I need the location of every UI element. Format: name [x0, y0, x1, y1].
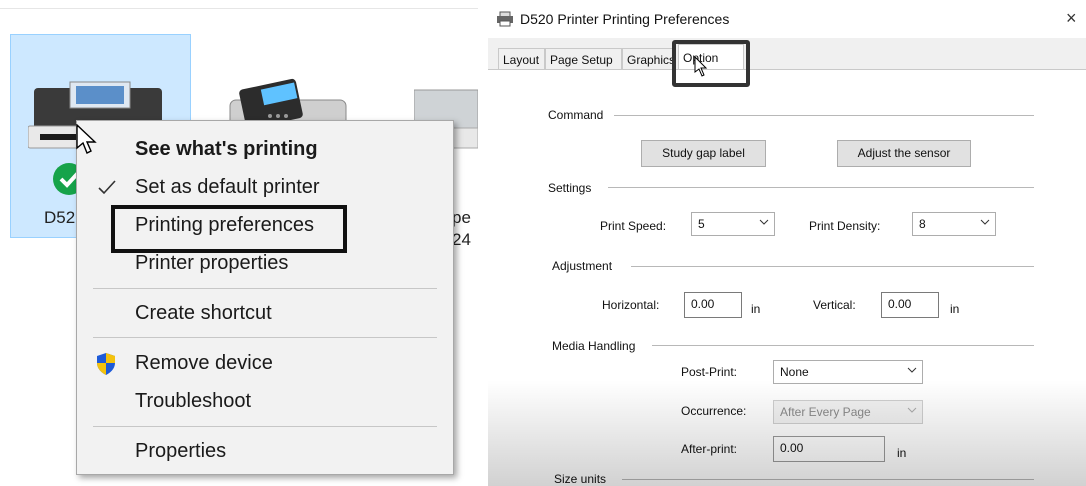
mouse-cursor-icon: [76, 124, 97, 154]
vertical-input[interactable]: 0.00: [881, 292, 939, 318]
horizontal-label: Horizontal:: [602, 298, 660, 312]
print-density-select[interactable]: 8: [912, 212, 996, 236]
title-bar: D520 Printer Printing Preferences ×: [488, 0, 1086, 38]
group-label-size-units: Size units: [554, 472, 607, 486]
occurrence-value: After Every Page: [780, 405, 871, 419]
device-label: D52: [44, 208, 76, 227]
menu-item-troubleshoot[interactable]: Troubleshoot: [77, 383, 453, 419]
printer-icon: [497, 11, 513, 27]
group-label-command: Command: [548, 108, 604, 122]
after-print-label: After-print:: [681, 442, 738, 456]
horizontal-unit: in: [751, 302, 761, 316]
menu-item-set-default-printer[interactable]: Set as default printer: [77, 169, 453, 205]
vertical-unit: in: [950, 302, 960, 316]
post-print-value: None: [780, 365, 809, 379]
after-print-input[interactable]: 0.00: [773, 436, 885, 462]
adjust-sensor-button[interactable]: Adjust the sensor: [837, 140, 971, 167]
chevron-down-icon: [980, 219, 990, 225]
tab-graphics[interactable]: Graphics: [622, 48, 674, 70]
chevron-down-icon: [759, 219, 769, 225]
devices-panel: D52 pe 24 See what's printing Set as def…: [0, 0, 478, 486]
chevron-down-icon: [907, 407, 917, 413]
print-speed-value: 5: [698, 217, 705, 231]
menu-separator: [93, 426, 437, 427]
print-density-value: 8: [919, 217, 926, 231]
menu-item-label: Set as default printer: [135, 176, 320, 198]
tab-page-setup[interactable]: Page Setup: [545, 48, 622, 70]
menu-separator: [93, 288, 437, 289]
menu-item-label: Create shortcut: [135, 302, 272, 324]
after-print-unit: in: [897, 446, 907, 460]
vertical-label: Vertical:: [813, 298, 856, 312]
post-print-select[interactable]: None: [773, 360, 923, 384]
menu-item-properties[interactable]: Properties: [77, 433, 453, 469]
tab-layout[interactable]: Layout: [498, 48, 545, 70]
print-speed-label: Print Speed:: [600, 219, 667, 233]
group-divider: [652, 345, 1034, 346]
menu-item-create-shortcut[interactable]: Create shortcut: [77, 295, 453, 331]
group-divider: [631, 266, 1034, 267]
menu-item-label: Remove device: [135, 352, 273, 374]
print-density-label: Print Density:: [809, 219, 881, 233]
menu-item-label: Printer properties: [135, 252, 289, 274]
group-label-settings: Settings: [548, 181, 592, 195]
context-menu: See what's printing Set as default print…: [76, 120, 454, 475]
menu-separator: [93, 337, 437, 338]
horizontal-input[interactable]: 0.00: [684, 292, 742, 318]
menu-item-label: See what's printing: [135, 138, 318, 160]
menu-item-remove-device[interactable]: Remove device: [77, 345, 453, 381]
dialog-title: D520 Printer Printing Preferences: [520, 11, 730, 27]
group-label-media-handling: Media Handling: [552, 339, 636, 353]
group-divider: [622, 479, 1034, 480]
menu-item-label: Troubleshoot: [135, 390, 251, 412]
group-divider: [614, 115, 1034, 116]
device-label: pe: [452, 208, 471, 227]
printing-preferences-dialog: D520 Printer Printing Preferences × Layo…: [488, 0, 1086, 486]
post-print-label: Post-Print:: [681, 365, 738, 379]
menu-item-label: Properties: [135, 440, 227, 462]
occurrence-select[interactable]: After Every Page: [773, 400, 923, 424]
divider: [0, 8, 478, 9]
study-gap-label-button[interactable]: Study gap label: [641, 140, 766, 167]
group-label-adjustment: Adjustment: [552, 259, 613, 273]
menu-item-see-whats-printing[interactable]: See what's printing: [77, 131, 453, 167]
highlight-box: [111, 205, 347, 253]
chevron-down-icon: [907, 367, 917, 373]
highlight-box: [672, 40, 750, 87]
device-label: 24: [452, 230, 471, 249]
close-button[interactable]: ×: [1066, 8, 1077, 29]
mouse-cursor-icon: [694, 56, 708, 77]
shield-icon: [97, 353, 115, 375]
print-speed-select[interactable]: 5: [691, 212, 775, 236]
occurrence-label: Occurrence:: [681, 404, 747, 418]
group-divider: [608, 187, 1034, 188]
checkmark-icon: [98, 180, 116, 195]
